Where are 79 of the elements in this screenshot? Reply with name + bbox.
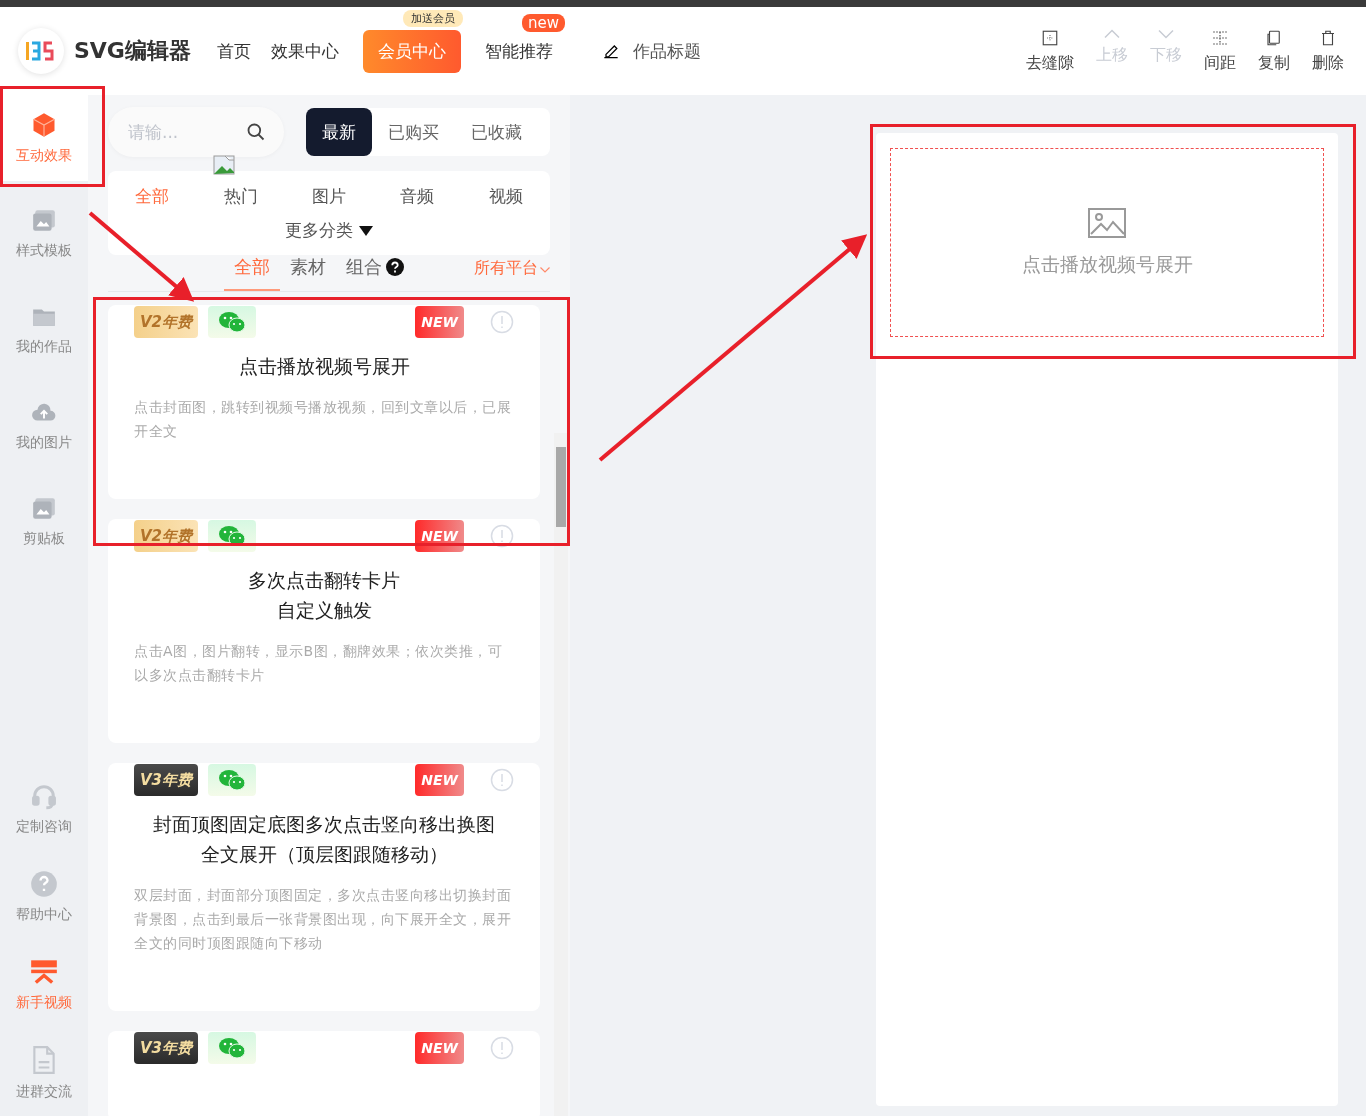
- card-title: 点击播放视频号展开: [238, 354, 410, 379]
- placeholder-text: 点击播放视频号展开: [1021, 251, 1193, 277]
- sidebar-item[interactable]: 帮助中心: [0, 854, 88, 940]
- more-categories-button[interactable]: 更多分类: [279, 218, 379, 243]
- card-description: 点击A图，图片翻转，显示B图，翻牌效果；依次类推，可以多次点击翻转卡片: [134, 642, 504, 685]
- chevron-up-icon: [1104, 28, 1120, 39]
- info-icon: [490, 768, 514, 792]
- headset-icon: [30, 782, 58, 810]
- logo-icon: [18, 28, 64, 74]
- version-badge: V2年费: [134, 520, 199, 552]
- app-name: SVG编辑器: [74, 37, 191, 65]
- category-tab[interactable]: 图片: [311, 185, 346, 208]
- help-icon: [386, 258, 404, 276]
- search-icon: [246, 122, 266, 142]
- chevron-down-icon: [540, 267, 550, 273]
- sidebar-item[interactable]: 定制咨询: [0, 766, 88, 852]
- chat-bubbles-icon: [218, 311, 247, 333]
- card-description: 点击封面图，跳转到视频号播放视频，回到文章以后，已展开全文: [134, 398, 512, 441]
- card-title: 多次点击翻转卡片: [248, 568, 400, 593]
- category-tab[interactable]: 热门: [223, 185, 258, 208]
- image-placeholder[interactable]: 点击播放视频号展开: [890, 148, 1324, 337]
- sidebar-item[interactable]: 样式模板: [0, 191, 88, 277]
- nav-link[interactable]: 首页: [208, 31, 259, 71]
- search-field[interactable]: 请输...: [108, 107, 284, 157]
- sort-tab[interactable]: 已收藏: [455, 108, 538, 156]
- sidebar-item[interactable]: 我的作品: [0, 287, 88, 373]
- picture-frame-icon: [31, 208, 57, 234]
- help-icon: [30, 870, 58, 898]
- chat-bubbles-icon: [218, 769, 247, 791]
- type-tab[interactable]: 素材: [280, 255, 336, 291]
- sort-tab[interactable]: 最新: [306, 108, 372, 156]
- trash-icon: [1319, 28, 1337, 47]
- sidebar-item[interactable]: 进群交流: [0, 1030, 88, 1116]
- info-icon: [490, 524, 514, 548]
- card-title: 自定义触发: [276, 598, 372, 623]
- spacing-icon: [1211, 28, 1229, 47]
- sidebar-item[interactable]: 剪贴板: [0, 479, 88, 565]
- chat-bubbles-icon: [218, 1037, 247, 1059]
- image-icon: [1088, 207, 1126, 238]
- copy-icon: [1265, 28, 1283, 47]
- nav-badge: 加送会员: [402, 9, 463, 27]
- version-badge: V3年费: [134, 1032, 199, 1064]
- effect-card[interactable]: V3年费 NEW 封面顶图固定底图多次点击竖向移出换图 全文展开（顶层图跟随移动） 双层封面，封面部分顶图固定，多次点击竖向移出切换封面背景图，点击到最后一张背景图出现，向下展开全文，展开全文的同时顶图跟随向下移动: [108, 763, 540, 1011]
- category-tab[interactable]: 视频: [488, 185, 523, 208]
- effect-card[interactable]: V2年费 NEW 多次点击翻转卡片 自定义触发 点击A图，图片翻转，显示B图，翻牌效果；依次类推，可以多次点击翻转卡片: [108, 519, 540, 743]
- picture-frame-icon: [31, 496, 57, 522]
- effect-card[interactable]: V3年费 NEW: [108, 1031, 540, 1116]
- cube-icon: [30, 111, 58, 139]
- sidebar-item[interactable]: 互动效果: [0, 95, 88, 181]
- info-icon: [490, 1036, 514, 1060]
- nav-link[interactable]: 智能推荐: [476, 31, 561, 71]
- toolbar-button[interactable]: 复制: [1254, 28, 1294, 74]
- document-icon: [31, 1045, 57, 1075]
- card-title: 封面顶图固定底图多次点击竖向移出换图: [153, 812, 495, 837]
- category-tab[interactable]: 音频: [400, 185, 435, 208]
- version-badge: V2年费: [134, 306, 199, 338]
- card-title: 全文展开（顶层图跟随移动）: [200, 842, 448, 867]
- info-icon: [490, 310, 514, 334]
- card-description: 双层封面，封面部分顶图固定，多次点击竖向移出切换封面背景图，点击到最后一张背景图出现，向下展开全文，展开全文的同时顶图跟随向下移动: [134, 886, 512, 953]
- toolbar-button[interactable]: 去缝隙: [1022, 28, 1078, 74]
- new-badge: NEW: [415, 520, 464, 552]
- toolbar-button[interactable]: 删除: [1308, 28, 1348, 74]
- chevron-down-icon: [1158, 28, 1174, 39]
- new-badge: NEW: [415, 764, 464, 796]
- nav-badge: new: [521, 13, 565, 32]
- sidebar-item[interactable]: 我的图片: [0, 383, 88, 469]
- toolbar-button[interactable]: 间距: [1200, 28, 1240, 74]
- scrollbar[interactable]: [554, 433, 568, 1116]
- grid-square-icon: [1041, 28, 1059, 47]
- category-tab[interactable]: 全部: [135, 185, 170, 208]
- new-badge: NEW: [415, 1032, 464, 1064]
- nav-link[interactable]: 效果中心: [262, 31, 347, 71]
- sort-tab[interactable]: 已购买: [372, 108, 455, 156]
- new-badge: NEW: [415, 306, 464, 338]
- effect-card[interactable]: V2年费 NEW 点击播放视频号展开 点击封面图，跳转到视频号播放视频，回到文章以后，已展开全文: [108, 305, 540, 499]
- caret-icon: [359, 225, 373, 236]
- presentation-icon: [30, 958, 58, 986]
- version-badge: V3年费: [134, 764, 199, 796]
- type-tab[interactable]: 组合: [336, 255, 414, 291]
